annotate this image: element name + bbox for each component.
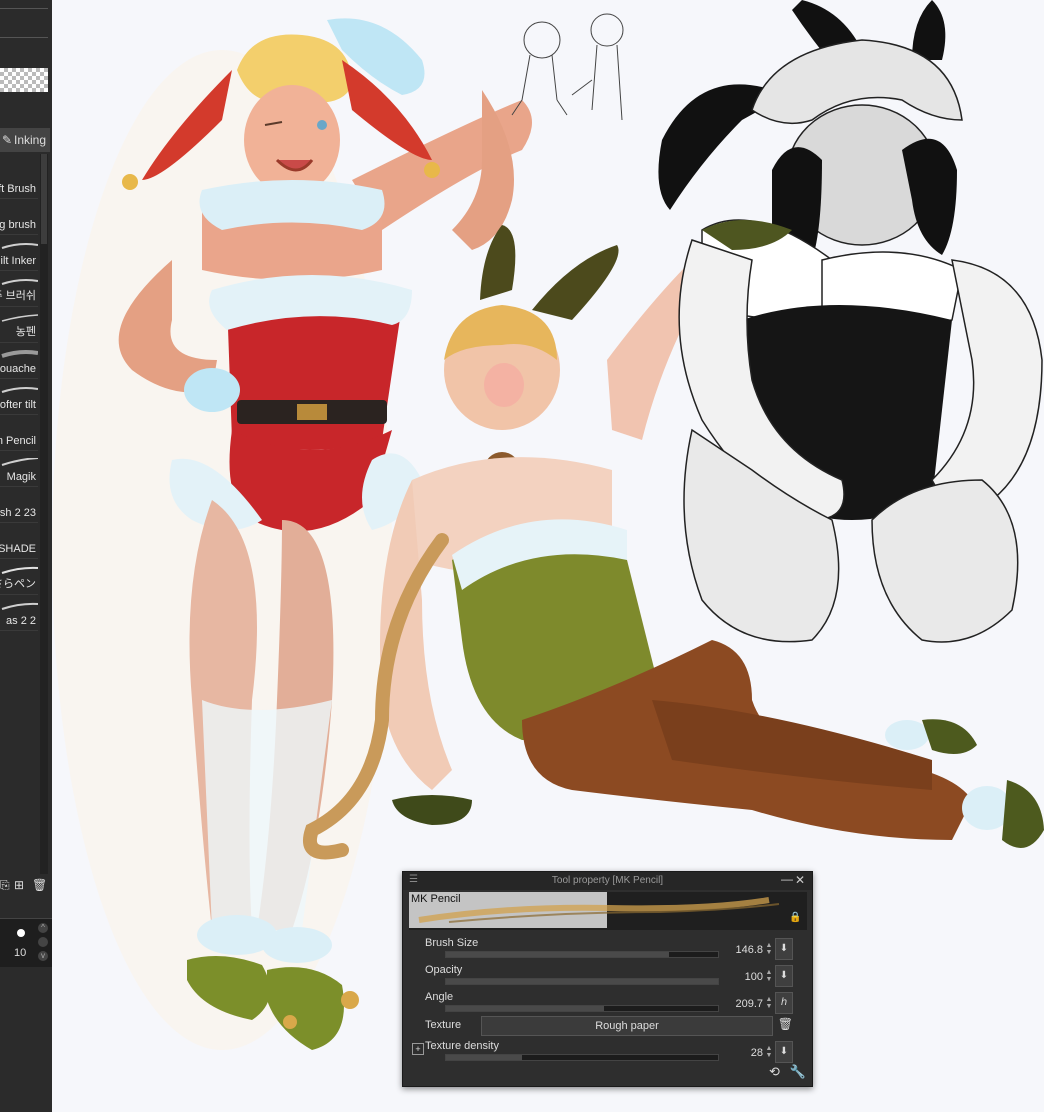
brush-item[interactable]: g brush (0, 200, 38, 235)
texture-row: Texture Rough paper 🗑 (421, 1014, 793, 1038)
bw-bunny-figure (658, 0, 1043, 643)
brush-item-label: n Pencil (0, 435, 36, 447)
brush-stroke-preview (1, 279, 38, 285)
transparent-color-swatch[interactable] (0, 68, 48, 92)
brush-stroke-preview (1, 243, 38, 249)
dynamics-icon[interactable]: ℎ (775, 992, 793, 1014)
brush-item-label: 농펜 (15, 326, 36, 338)
texture-density-value: 28 (750, 1047, 763, 1059)
trash-icon[interactable]: 🗑 (778, 1017, 793, 1031)
opacity-label: Opacity (425, 964, 463, 976)
brush-item[interactable]: 농펜 (0, 308, 38, 343)
texture-density-label: Texture density (425, 1040, 499, 1052)
panel-divider (0, 37, 48, 38)
brush-stroke-preview (1, 566, 38, 574)
thumbnail-sketches (511, 13, 624, 121)
angle-value: 209.7 (735, 998, 763, 1010)
brush-item-label: さらペン (0, 578, 36, 590)
slider-fill (446, 1006, 604, 1011)
stroke-preview-graphic (418, 897, 780, 923)
brush-item[interactable]: ouache (0, 344, 38, 379)
slider-fill (446, 952, 670, 957)
brush-stroke-preview (1, 387, 38, 393)
texture-density-slider[interactable] (445, 1054, 719, 1061)
brush-item-label: g brush (0, 219, 36, 231)
size-mid-button[interactable] (38, 937, 48, 947)
copy-icon[interactable]: ⎘ (0, 878, 10, 893)
pressure-icon[interactable]: ⬇ (775, 965, 793, 987)
brush-panel-toolbar: ⎘ ⊞ 🗑 (0, 878, 52, 896)
brush-item-label: ilt Inker (0, 255, 36, 267)
brush-item[interactable]: as 2 2 (0, 596, 38, 631)
close-button[interactable]: ✕ (795, 873, 805, 887)
opacity-stepper[interactable]: ▲ ▼ (765, 969, 773, 983)
brush-size-slider[interactable] (445, 951, 719, 958)
brush-item-label: as 2 2 (6, 615, 36, 627)
tool-property-panel: ☰ Tool property [MK Pencil] — ✕ MK Penci… (402, 871, 813, 1087)
opacity-slider[interactable] (445, 978, 719, 985)
angle-row: Angle 209.7 ▲ ▼ ℎ (421, 990, 793, 1014)
brush-item[interactable]: SHADE (0, 524, 38, 559)
texture-density-row: Texture density 28 ▲ ▼ ⬇ (421, 1039, 793, 1063)
brush-name: MK Pencil (411, 893, 461, 905)
panel-title: Tool property [MK Pencil] (551, 875, 664, 886)
pen-icon: ✎ (2, 133, 13, 147)
brush-item[interactable]: sh 2 23 (0, 488, 38, 523)
brush-item-label: SHADE (0, 543, 36, 555)
brush-item-label: sh 2 23 (0, 507, 36, 519)
brush-size-row: Brush Size 146.8 ▲ ▼ ⬇ (421, 936, 793, 960)
brush-stroke-preview (1, 602, 38, 610)
slider-fill (446, 1055, 523, 1060)
brush-item[interactable]: ofter tilt (0, 380, 38, 415)
size-down-button[interactable]: v (38, 951, 48, 961)
texture-density-stepper[interactable]: ▲ ▼ (765, 1045, 773, 1059)
pressure-icon[interactable]: ⬇ (775, 938, 793, 960)
lock-icon[interactable]: 🔒 (789, 912, 801, 923)
opacity-value: 100 (744, 971, 763, 983)
brush-size-dot-icon (17, 929, 25, 937)
brush-stroke-preview: MK Pencil 🔒 (409, 892, 807, 930)
texture-field[interactable]: Rough paper (481, 1016, 773, 1036)
slider-fill (446, 979, 718, 984)
brush-item[interactable]: 주 브러쉬 (0, 272, 38, 307)
angle-slider[interactable] (445, 1005, 719, 1012)
brush-item-label: Magik (6, 471, 36, 483)
brush-stroke-preview (1, 458, 38, 466)
brush-item[interactable]: ilt Inker (0, 236, 38, 271)
brush-item-label: ouache (0, 363, 36, 375)
sub-tool-panel: ✎Inking ft Brush g brush ilt Inker 주 브러쉬… (0, 0, 52, 1112)
brush-stroke-preview (1, 314, 38, 322)
brush-stroke-preview (1, 350, 38, 358)
brush-size-value: 10 (14, 947, 27, 959)
texture-label: Texture (425, 1019, 462, 1031)
brush-item-label: 주 브러쉬 (0, 290, 36, 302)
brush-size-stepper[interactable]: ▲ ▼ (765, 942, 773, 956)
brush-item[interactable]: Magik (0, 452, 38, 487)
tab-inking[interactable]: ✎ Inking (0, 128, 50, 152)
brush-item-label: ofter tilt (0, 399, 36, 411)
trash-icon[interactable]: 🗑 (32, 878, 47, 892)
tab-inking-label: Inking (14, 133, 47, 147)
scrollbar-thumb[interactable] (41, 154, 47, 244)
size-up-button[interactable]: ^ (38, 923, 48, 933)
brush-size-box: 10 ^ v (0, 918, 52, 967)
panel-divider (0, 8, 48, 9)
reset-icon[interactable]: ⟲ (769, 1064, 780, 1079)
brush-item-label: ft Brush (0, 183, 36, 195)
tool-property-titlebar[interactable]: ☰ Tool property [MK Pencil] — ✕ (403, 872, 812, 890)
brush-item[interactable]: ft Brush (0, 164, 38, 199)
brush-size-label: Brush Size (425, 937, 479, 949)
angle-label: Angle (425, 991, 454, 1003)
brush-item[interactable]: さらペン (0, 560, 38, 595)
brush-list-scrollbar[interactable] (40, 154, 48, 874)
panel-footer: ⟲ 🔧 (769, 1064, 806, 1080)
minimize-button[interactable]: — (781, 872, 793, 886)
angle-stepper[interactable]: ▲ ▼ (765, 996, 773, 1010)
brush-item[interactable]: n Pencil (0, 416, 38, 451)
brush-size-value: 146.8 (735, 944, 763, 956)
opacity-row: Opacity 100 ▲ ▼ ⬇ (421, 963, 793, 987)
wrench-icon[interactable]: 🔧 (790, 1064, 806, 1079)
pressure-icon[interactable]: ⬇ (775, 1041, 793, 1063)
add-icon[interactable]: ⊞ (14, 878, 24, 892)
